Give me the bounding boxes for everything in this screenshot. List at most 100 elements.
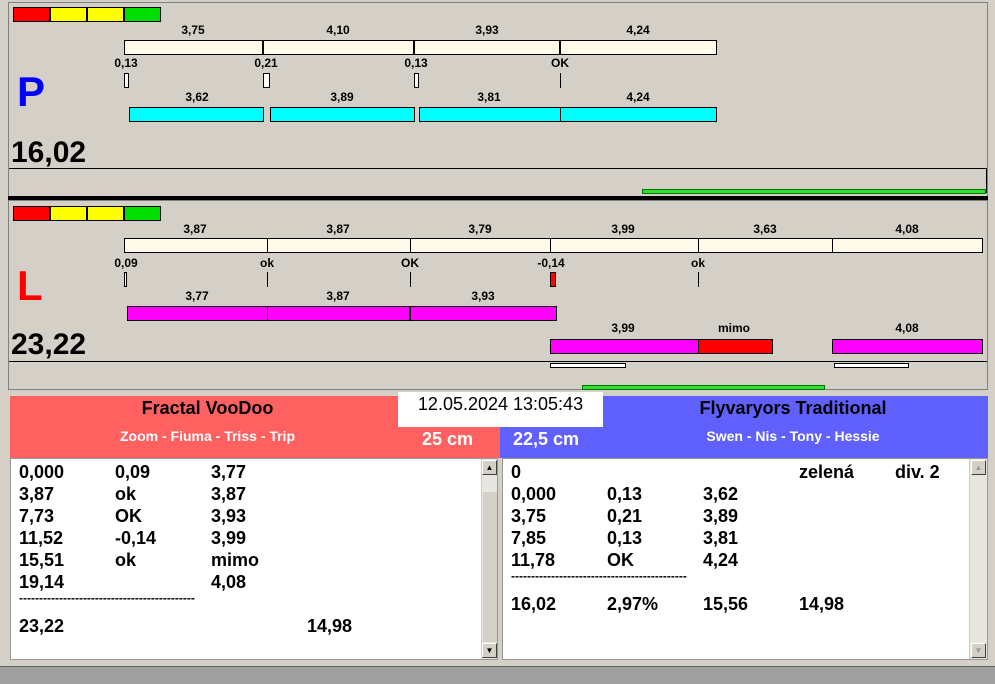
status-bar <box>0 666 995 684</box>
segment-bar <box>124 40 717 55</box>
segment-label: 3,63 <box>753 222 777 236</box>
value-text: 3,93 <box>211 506 247 526</box>
value-text: 0,09 <box>115 462 151 482</box>
shape <box>698 238 699 253</box>
value-text: 11,78 <box>511 550 556 570</box>
shape <box>87 206 124 221</box>
shape <box>124 73 129 88</box>
mark-label: 0,21 <box>254 56 278 70</box>
value-text: 3,77 <box>211 462 247 482</box>
timestamp: 12.05.2024 13:05:43 <box>398 392 603 427</box>
value-text: OK <box>115 506 142 526</box>
value-text: 15,51 <box>19 550 65 570</box>
magenta-bar <box>550 339 699 354</box>
right-team-size: 22,5 cm <box>513 429 580 449</box>
scroll-up-button[interactable]: ▲ <box>971 460 986 475</box>
progress-bar <box>642 189 986 194</box>
mark-label: 0,13 <box>404 56 428 70</box>
scroll-down-button[interactable]: ▼ <box>971 643 986 658</box>
scrollbar[interactable]: ▲ ▼ <box>969 459 987 659</box>
left-team-size: 25 cm <box>422 429 474 449</box>
scroll-down-button[interactable]: ▼ <box>482 643 497 658</box>
value-text: 7,85 <box>511 528 547 548</box>
cyan-bar <box>560 107 717 122</box>
track-letter-p: P <box>17 68 46 115</box>
shape <box>124 7 161 22</box>
segment-label: 3,75 <box>181 23 205 37</box>
magenta-label: 3,99 <box>611 321 635 335</box>
scroll-up-button[interactable]: ▲ <box>482 460 497 475</box>
shape <box>410 238 411 253</box>
value-text: ok <box>115 484 137 504</box>
bottom-total: 23,22 <box>11 328 87 361</box>
magenta-label: 3,93 <box>471 289 495 303</box>
out-bar <box>698 339 773 354</box>
progress-bar <box>582 385 825 390</box>
shape <box>560 73 561 88</box>
shape <box>550 363 626 368</box>
shape <box>698 272 699 287</box>
value-text: 2,97% <box>607 594 659 614</box>
separator: ----------------------------------------… <box>19 591 195 605</box>
magenta-label: mimo <box>717 321 751 335</box>
segment-bar <box>124 238 983 253</box>
left-team-name: Fractal VooDoo <box>141 398 274 418</box>
value-text: ok <box>115 550 137 570</box>
value-text: 4,24 <box>703 550 739 570</box>
value-text: 0,000 <box>511 484 557 504</box>
value-text: 0 <box>511 462 522 482</box>
value-text: 3,62 <box>703 484 739 504</box>
magenta-label: 3,87 <box>326 289 350 303</box>
shape <box>13 7 50 22</box>
shape <box>267 272 268 287</box>
scroll-thumb[interactable] <box>483 492 497 642</box>
value-text: 0,13 <box>607 528 643 548</box>
scrollbar[interactable]: ▲ ▼ <box>481 459 497 659</box>
separator: ----------------------------------------… <box>511 569 687 583</box>
left-team-members: Zoom - Fiuma - Triss - Trip <box>119 428 295 444</box>
shape <box>834 363 909 368</box>
shape <box>559 40 561 55</box>
mark-label: 0,09 <box>114 256 138 270</box>
right-team-members: Swen - Nis - Tony - Hessie <box>706 428 880 444</box>
segment-label: 3,93 <box>475 23 499 37</box>
mark-label: ok <box>690 256 706 270</box>
value-text: 3,87 <box>19 484 55 504</box>
mark-label: OK <box>551 56 569 70</box>
segment-label: 3,87 <box>183 222 207 236</box>
shape <box>124 272 127 287</box>
magenta-bar <box>832 339 983 354</box>
right-results-list[interactable]: 0 zelená div. 2 0,000 0,13 3,62 3,75 0,21 3,89… <box>502 458 988 660</box>
value-text: OK <box>607 550 634 570</box>
mark-label: 0,13 <box>114 56 138 70</box>
cyan-label: 3,81 <box>477 90 501 104</box>
mark-label: ok <box>259 256 275 270</box>
value-text: 11,52 <box>19 528 64 548</box>
segment-label: 4,08 <box>895 222 919 236</box>
value-text: 7,73 <box>19 506 55 526</box>
value-text: mimo <box>211 550 260 570</box>
shape <box>550 272 556 287</box>
shape <box>267 238 268 253</box>
segment-label: 3,79 <box>468 222 492 236</box>
segment-label: 4,10 <box>326 23 350 37</box>
value-text: 3,99 <box>211 528 247 548</box>
segment-label: 3,87 <box>326 222 350 236</box>
value-text: 0,000 <box>19 462 65 482</box>
value-text: 15,56 <box>703 594 749 614</box>
cyan-bar <box>129 107 264 122</box>
segment-label: 3,99 <box>611 222 635 236</box>
shape <box>87 7 124 22</box>
cyan-label: 3,89 <box>330 90 354 104</box>
shape <box>50 206 87 221</box>
shape <box>414 73 419 88</box>
value-text: 14,98 <box>799 594 845 614</box>
shape <box>50 7 87 22</box>
shape <box>267 306 268 321</box>
magenta-bar <box>127 306 557 321</box>
value-text: 16,02 <box>511 594 557 614</box>
left-results-list[interactable]: 0,000 0,09 3,77 3,87 ok 3,87 7,73 OK 3,93 11,5… <box>10 458 498 660</box>
shape <box>9 361 987 362</box>
shape <box>124 206 161 221</box>
value-text: div. 2 <box>895 462 940 482</box>
